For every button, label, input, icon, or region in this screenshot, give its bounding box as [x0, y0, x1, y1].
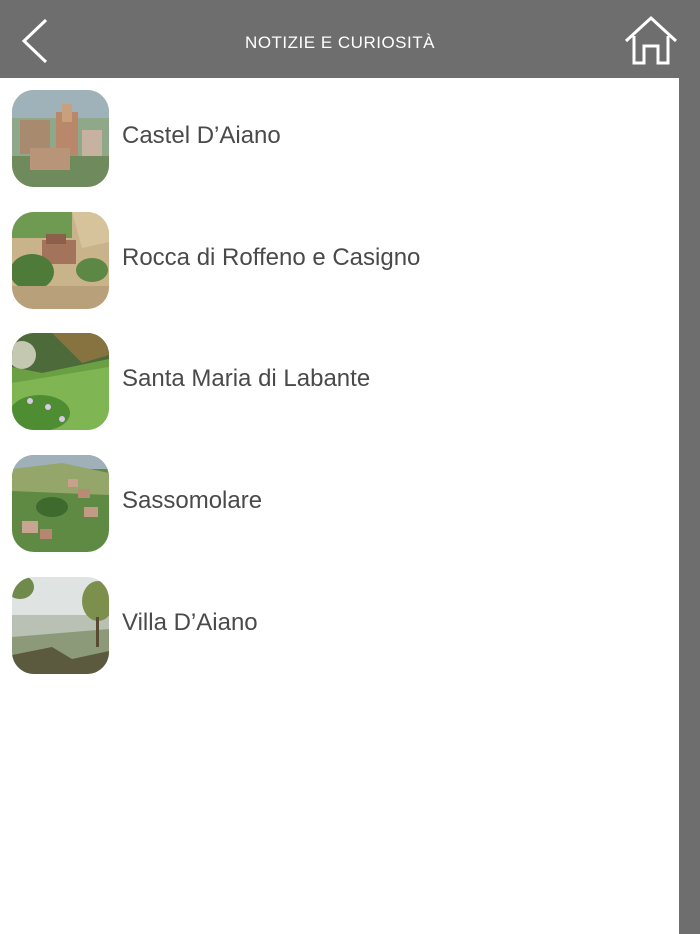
list-item-label: Villa D’Aiano — [122, 609, 258, 636]
list-item-label: Sassomolare — [122, 487, 263, 514]
list-item[interactable]: Sassomolare — [0, 443, 679, 555]
page-title: NOTIZIE E CURIOSITÀ — [245, 33, 435, 52]
santa-maria-di-labante-photo — [12, 333, 109, 430]
list-item[interactable]: Santa Maria di Labante — [0, 321, 679, 433]
list-item[interactable]: Villa D’Aiano — [0, 565, 679, 677]
castel-daiano-photo — [12, 90, 109, 187]
list-item-label: Castel D’Aiano — [122, 122, 281, 149]
villa-daiano-photo — [12, 577, 109, 674]
list-item[interactable]: Castel D’Aiano — [0, 78, 679, 190]
home-button[interactable] — [622, 14, 680, 68]
list-item-label: Santa Maria di Labante — [122, 365, 371, 392]
sassomolare-photo — [12, 455, 109, 552]
list-item-label: Rocca di Roffeno e Casigno — [122, 244, 421, 271]
top-bar: NOTIZIE E CURIOSITÀ — [0, 0, 700, 78]
rocca-di-roffeno-photo — [12, 212, 109, 309]
list-item[interactable]: Rocca di Roffeno e Casigno — [0, 200, 679, 312]
home-icon — [624, 15, 678, 65]
scrollbar[interactable] — [679, 78, 700, 934]
